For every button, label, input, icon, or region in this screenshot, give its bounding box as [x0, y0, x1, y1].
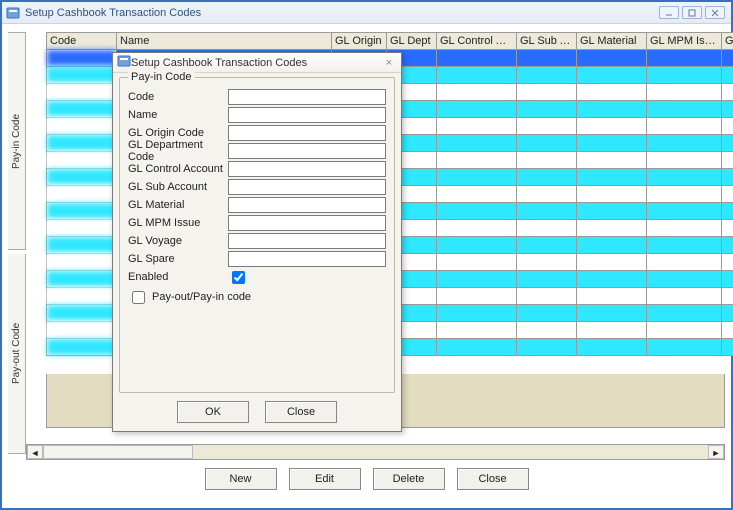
- maximize-button[interactable]: [682, 6, 702, 19]
- label-gl-sub: GL Sub Account: [128, 181, 228, 193]
- main-button-bar: New Edit Delete Close: [8, 468, 725, 496]
- dialog-button-bar: OK Close: [113, 401, 401, 423]
- titlebar: Setup Cashbook Transaction Codes: [2, 2, 731, 24]
- grid-header-row: Code Name GL Origin GL Dept GL Control A…: [47, 33, 733, 50]
- label-enabled: Enabled: [128, 271, 228, 283]
- input-gl-material[interactable]: [228, 197, 386, 213]
- scroll-thumb[interactable]: [43, 445, 193, 459]
- parent-window: Setup Cashbook Transaction Codes Pay-in …: [0, 0, 733, 510]
- label-gl-voyage: GL Voyage: [128, 235, 228, 247]
- minimize-button[interactable]: [659, 6, 679, 19]
- label-name: Name: [128, 109, 228, 121]
- input-gl-sub[interactable]: [228, 179, 386, 195]
- dialog-close-icon[interactable]: ×: [381, 57, 397, 69]
- window-title: Setup Cashbook Transaction Codes: [25, 7, 659, 19]
- input-gl-origin[interactable]: [228, 125, 386, 141]
- new-button[interactable]: New: [205, 468, 277, 490]
- dialog-app-icon: [117, 54, 131, 71]
- horizontal-scrollbar[interactable]: ◄ ►: [26, 444, 725, 460]
- tab-pay-out-code[interactable]: Pay-out Code: [8, 254, 26, 454]
- input-gl-voyage[interactable]: [228, 233, 386, 249]
- edit-button[interactable]: Edit: [289, 468, 361, 490]
- col-gl-origin[interactable]: GL Origin: [332, 33, 387, 50]
- label-gl-spare: GL Spare: [128, 253, 228, 265]
- delete-button[interactable]: Delete: [373, 468, 445, 490]
- label-payout-payin: Pay-out/Pay-in code: [152, 291, 251, 303]
- dialog-titlebar: Setup Cashbook Transaction Codes ×: [113, 53, 401, 73]
- input-gl-mpm[interactable]: [228, 215, 386, 231]
- scroll-right-arrow[interactable]: ►: [708, 445, 724, 459]
- col-name[interactable]: Name: [117, 33, 332, 50]
- dialog-title: Setup Cashbook Transaction Codes: [131, 57, 307, 69]
- pay-in-code-group: Pay-in Code Code Name GL Origin Code GL …: [119, 77, 395, 393]
- scroll-left-arrow[interactable]: ◄: [27, 445, 43, 459]
- input-code[interactable]: [228, 89, 386, 105]
- checkbox-enabled[interactable]: [232, 271, 245, 284]
- col-gl-material[interactable]: GL Material: [577, 33, 647, 50]
- label-gl-control: GL Control Account: [128, 163, 228, 175]
- tab-pay-in-code[interactable]: Pay-in Code: [8, 32, 26, 250]
- label-gl-mpm: GL MPM Issue: [128, 217, 228, 229]
- col-gl-mpm-issue[interactable]: GL MPM Issue: [647, 33, 722, 50]
- app-icon: [6, 6, 20, 20]
- col-code[interactable]: Code: [47, 33, 117, 50]
- close-button[interactable]: [705, 6, 725, 19]
- col-gl-dept[interactable]: GL Dept: [387, 33, 437, 50]
- ok-button[interactable]: OK: [177, 401, 249, 423]
- input-gl-dept[interactable]: [228, 143, 386, 159]
- label-gl-material: GL Material: [128, 199, 228, 211]
- col-gl-sub-acc[interactable]: GL Sub Acc: [517, 33, 577, 50]
- col-gl-control-acc[interactable]: GL Control Acc: [437, 33, 517, 50]
- input-name[interactable]: [228, 107, 386, 123]
- close-main-button[interactable]: Close: [457, 468, 529, 490]
- edit-dialog: Setup Cashbook Transaction Codes × Pay-i…: [112, 52, 402, 432]
- input-gl-control[interactable]: [228, 161, 386, 177]
- label-gl-dept: GL Department Code: [128, 139, 228, 163]
- label-gl-origin: GL Origin Code: [128, 127, 228, 139]
- label-code: Code: [128, 91, 228, 103]
- scroll-track[interactable]: [193, 445, 708, 459]
- group-legend: Pay-in Code: [128, 71, 195, 83]
- close-dialog-button[interactable]: Close: [265, 401, 337, 423]
- checkbox-payout-payin[interactable]: [132, 291, 145, 304]
- col-gl-voyage[interactable]: GL Voyage: [722, 33, 733, 50]
- input-gl-spare[interactable]: [228, 251, 386, 267]
